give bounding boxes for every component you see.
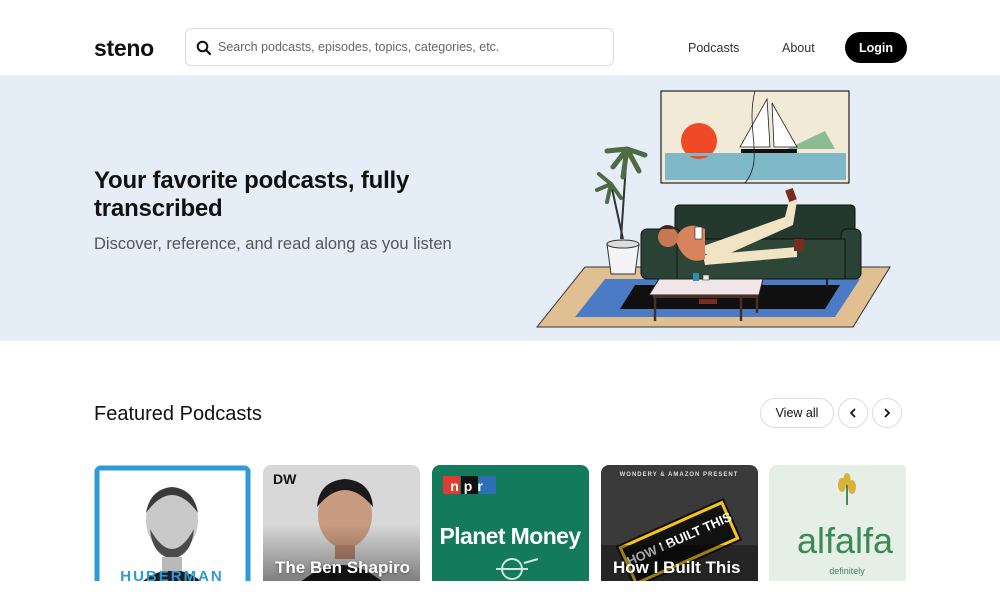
- podcast-card-huberman[interactable]: HUBERMAN: [94, 465, 251, 581]
- podcast-card-title: How I Built This: [613, 558, 741, 577]
- view-all-button[interactable]: View all: [760, 398, 834, 428]
- search-bar[interactable]: [185, 28, 614, 66]
- logo[interactable]: steno: [94, 34, 154, 62]
- podcast-card-ben-shapiro[interactable]: DW The Ben Shapiro: [263, 465, 420, 581]
- podcast-card-planet-money[interactable]: npr Planet Money: [432, 465, 589, 581]
- huberman-art-text: HUBERMAN: [120, 568, 224, 581]
- nav-about-link[interactable]: About: [782, 40, 815, 56]
- page-fold: [0, 581, 1000, 600]
- wondery-header: WONDERY & AMAZON PRESENT: [620, 472, 739, 478]
- podcast-card-how-i-built-this[interactable]: WONDERY & AMAZON PRESENT HOW I BUILT THI…: [601, 465, 758, 581]
- search-input[interactable]: [218, 29, 603, 65]
- daily-wire-badge: DW: [273, 471, 297, 487]
- hero-subtitle: Discover, reference, and read along as y…: [94, 235, 452, 253]
- login-button[interactable]: Login: [845, 32, 907, 63]
- alfalfa-art-text: alfalfa: [797, 520, 894, 561]
- chevron-left-icon: [850, 408, 856, 418]
- podcast-card-title: The Ben Shapiro: [275, 558, 411, 577]
- featured-podcasts-heading: Featured Podcasts: [94, 403, 262, 425]
- hero-title: Your favorite podcasts, fully transcribe…: [94, 167, 410, 222]
- podcast-card-alfalfa[interactable]: alfalfa definitely: [769, 465, 906, 581]
- featured-podcasts-carousel: HUBERMAN DW The Ben Shapiro npr Planet M…: [94, 465, 906, 581]
- npr-badge: npr: [450, 478, 488, 494]
- carousel-prev-button[interactable]: [838, 398, 868, 428]
- nav-podcasts-link[interactable]: Podcasts: [688, 40, 739, 56]
- alfalfa-sub-text: definitely: [829, 566, 865, 576]
- site-header: steno Podcasts About Login: [0, 0, 1000, 75]
- planet-money-art-text: Planet Money: [439, 523, 581, 549]
- podcast-cover-alfalfa: alfalfa definitely: [769, 465, 906, 581]
- podcast-cover-huberman: HUBERMAN: [94, 465, 251, 581]
- podcast-cover-planet-money: npr Planet Money: [432, 465, 589, 581]
- hero-illustration: [535, 90, 891, 328]
- search-icon: [196, 40, 212, 56]
- carousel-next-button[interactable]: [872, 398, 902, 428]
- hero-banner: Your favorite podcasts, fully transcribe…: [0, 75, 1000, 341]
- chevron-right-icon: [884, 408, 890, 418]
